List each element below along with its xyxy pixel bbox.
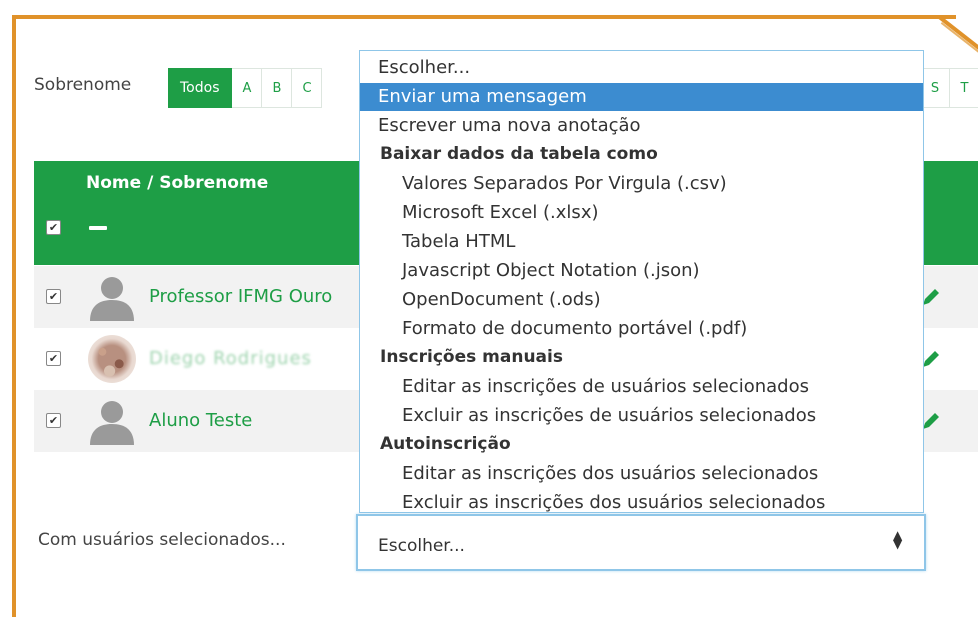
initials-filter-bar-right: S T	[920, 68, 978, 108]
optgroup-self-enrolment: Autoinscrição	[380, 434, 511, 454]
frame-corner-inner	[940, 22, 978, 55]
user-name-link[interactable]: Aluno Teste	[149, 410, 252, 431]
optgroup-manual-enrolments: Inscrições manuais	[380, 347, 563, 367]
option-download-ods[interactable]: OpenDocument (.ods)	[360, 286, 923, 314]
initials-filter-bar: Todos A B C	[168, 68, 323, 108]
checkmark-icon: ✔	[46, 220, 61, 235]
bulk-action-select[interactable]: Escolher... ▲ ▼	[356, 514, 926, 571]
option-edit-self-enrolments[interactable]: Editar as inscrições dos usuários seleci…	[360, 460, 923, 488]
option-delete-manual-enrolments[interactable]: Excluir as inscrições de usuários seleci…	[360, 402, 923, 430]
option-delete-self-enrolments[interactable]: Excluir as inscrições dos usuários selec…	[360, 489, 923, 517]
option-download-json[interactable]: Javascript Object Notation (.json)	[360, 257, 923, 285]
user-name-link[interactable]: Professor IFMG Ouro	[149, 286, 332, 307]
row-checkbox[interactable]: ✔	[46, 289, 61, 304]
with-selected-users-label: Com usuários selecionados...	[38, 530, 286, 550]
option-download-pdf[interactable]: Formato de documento portável (.pdf)	[360, 315, 923, 343]
column-header-name[interactable]: Nome / Sobrenome	[86, 173, 268, 193]
option-download-csv[interactable]: Valores Separados Por Virgula (.csv)	[360, 170, 923, 198]
frame-left-border	[12, 15, 16, 617]
filter-letter-s[interactable]: S	[920, 68, 950, 108]
select-arrows-icon: ▲ ▼	[893, 528, 903, 551]
filter-letter-b[interactable]: B	[262, 68, 293, 108]
bulk-action-dropdown-list: Escolher... Enviar uma mensagem Escrever…	[359, 50, 924, 513]
row-checkbox[interactable]: ✔	[46, 413, 61, 428]
option-download-xlsx[interactable]: Microsoft Excel (.xlsx)	[360, 199, 923, 227]
filter-letter-c[interactable]: C	[292, 68, 323, 108]
filter-all-button[interactable]: Todos	[168, 68, 233, 108]
option-send-message[interactable]: Enviar uma mensagem	[360, 83, 923, 111]
bulk-action-selected-value: Escolher...	[378, 536, 465, 556]
frame-top-border	[12, 15, 956, 19]
filter-letter-t[interactable]: T	[950, 68, 978, 108]
row-checkbox[interactable]: ✔	[46, 351, 61, 366]
option-download-html[interactable]: Tabela HTML	[360, 228, 923, 256]
option-new-note[interactable]: Escrever uma nova anotação	[360, 112, 923, 140]
default-avatar-icon	[90, 401, 134, 445]
optgroup-download-table: Baixar dados da tabela como	[380, 144, 658, 164]
user-photo-avatar	[88, 335, 136, 383]
collapse-column-icon[interactable]	[89, 226, 107, 230]
select-all-checkbox[interactable]: ✔	[46, 220, 61, 235]
surname-filter-label: Sobrenome	[34, 75, 132, 95]
user-name-link[interactable]: Diego Rodrigues	[149, 348, 312, 369]
default-avatar-icon	[90, 277, 134, 321]
option-edit-manual-enrolments[interactable]: Editar as inscrições de usuários selecio…	[360, 373, 923, 401]
option-choose[interactable]: Escolher...	[360, 54, 923, 82]
filter-letter-a[interactable]: A	[232, 68, 263, 108]
